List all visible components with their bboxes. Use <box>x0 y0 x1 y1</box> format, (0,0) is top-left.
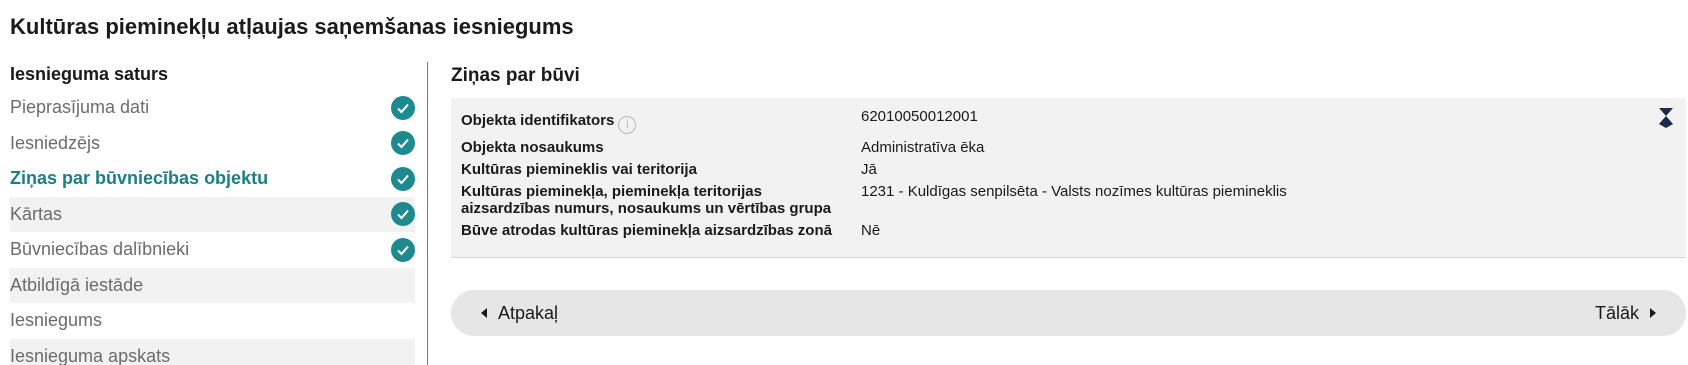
section-title: Ziņas par būvi <box>451 65 580 86</box>
field-row: Kultūras piemineklis vai teritorija Jā <box>461 161 1676 178</box>
collapse-icon[interactable] <box>1656 106 1676 130</box>
main-content: Ziņas par būvi Objekta identifikators i 6… <box>451 62 1686 336</box>
sidebar-heading: Iesnieguma saturs <box>10 64 169 84</box>
sidebar-item-zinas-par-buvniecibas-objektu[interactable]: Ziņas par būvniecības objektu <box>10 161 415 197</box>
field-value: 62010050012001 <box>861 108 978 125</box>
back-button[interactable]: Atpakaļ <box>481 303 558 324</box>
sidebar: Iesnieguma saturs Pieprasījuma dati Iesn… <box>10 62 415 365</box>
back-button-label: Atpakaļ <box>498 302 559 323</box>
field-label: Kultūras piemineklis vai teritorija <box>461 160 697 178</box>
sidebar-item-label: Būvniecības dalībnieki <box>10 239 190 260</box>
sidebar-item-label: Atbildīgā iestāde <box>10 274 144 295</box>
field-value: 1231 - Kuldīgas senpilsēta - Valsts nozī… <box>861 182 1287 200</box>
field-label: Kultūras pieminekļa, pieminekļa teritori… <box>461 182 832 217</box>
check-icon <box>391 131 415 156</box>
sidebar-item-pieprasijuma-dati[interactable]: Pieprasījuma dati <box>10 90 415 126</box>
field-label: Būve atrodas kultūras pieminekļa aizsard… <box>461 221 832 239</box>
field-value: Nē <box>861 221 881 239</box>
sidebar-item-label: Iesnieguma apskats <box>10 345 171 365</box>
sidebar-item-label: Iesniegums <box>10 310 103 331</box>
field-row: Kultūras pieminekļa, pieminekļa teritori… <box>461 183 1676 217</box>
sidebar-item-buvniecibas-dalibnieki[interactable]: Būvniecības dalībnieki <box>10 232 415 268</box>
sidebar-item-iesniegums[interactable]: Iesniegums <box>10 303 415 339</box>
field-label: Objekta nosaukums <box>461 138 604 156</box>
field-value: Administratīva ēka <box>861 138 985 156</box>
sidebar-item-label: Iesniedzējs <box>10 132 101 153</box>
next-button-label: Tālāk <box>1594 302 1639 323</box>
caret-left-icon <box>481 308 487 318</box>
sidebar-item-label: Ziņas par būvniecības objektu <box>10 168 269 189</box>
navigation-bar: Atpakaļ Tālāk <box>451 290 1686 336</box>
check-icon <box>391 237 415 262</box>
check-icon <box>391 202 415 227</box>
vertical-divider <box>427 62 428 365</box>
check-icon <box>391 95 415 120</box>
sidebar-item-kartas[interactable]: Kārtas <box>10 196 415 232</box>
page-title: Kultūras pieminekļu atļaujas saņemšanas … <box>10 14 574 39</box>
info-icon[interactable]: i <box>618 115 637 134</box>
check-icon <box>391 166 415 191</box>
next-button[interactable]: Tālāk <box>1595 303 1656 324</box>
field-label: Objekta identifikators <box>461 112 615 129</box>
field-value: Jā <box>861 160 877 178</box>
field-row: Objekta identifikators i 62010050012001 <box>461 108 1676 134</box>
sidebar-item-iesniedzejs[interactable]: Iesniedzējs <box>10 126 415 162</box>
sidebar-item-label: Pieprasījuma dati <box>10 97 150 118</box>
sidebar-item-iesnieguma-apskats[interactable]: Iesnieguma apskats <box>10 338 415 365</box>
sidebar-item-label: Kārtas <box>10 203 63 224</box>
caret-right-icon <box>1650 308 1656 318</box>
info-panel: Objekta identifikators i 62010050012001 O… <box>451 98 1686 258</box>
field-row: Būve atrodas kultūras pieminekļa aizsard… <box>461 222 1676 239</box>
field-row: Objekta nosaukums Administratīva ēka <box>461 139 1676 156</box>
sidebar-item-atbildiga-iestade[interactable]: Atbildīgā iestāde <box>10 267 415 303</box>
